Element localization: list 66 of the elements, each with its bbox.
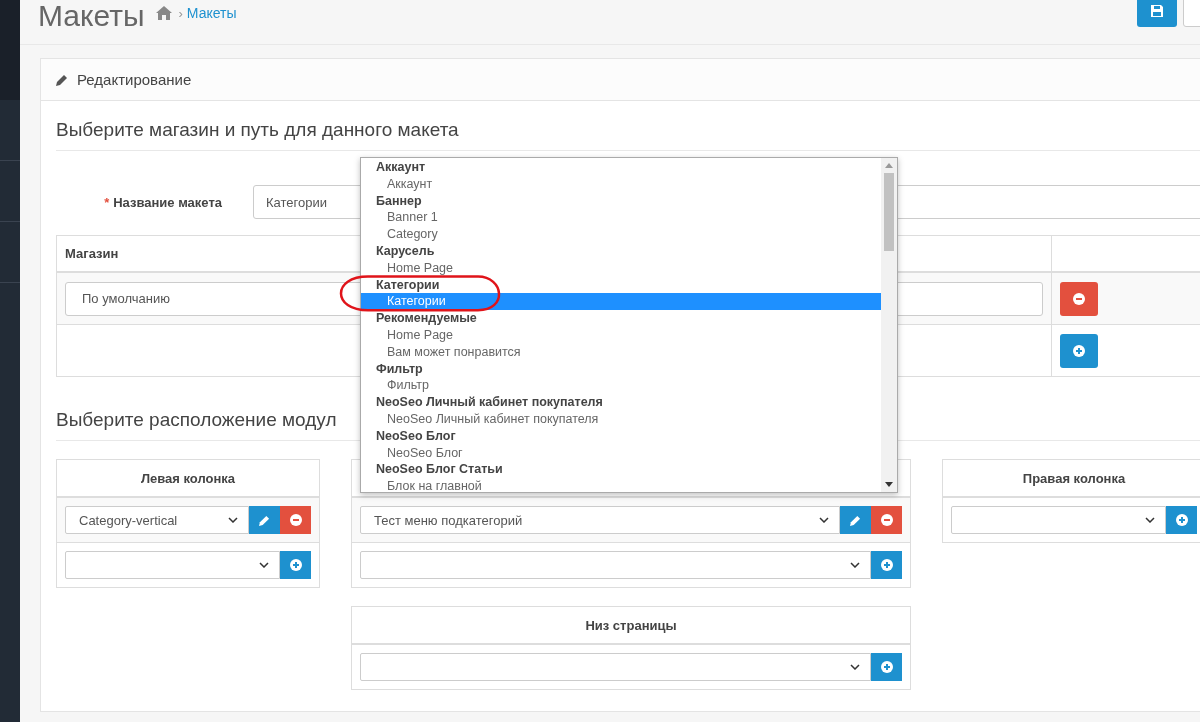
remove-button[interactable]	[280, 506, 311, 534]
breadcrumb-link[interactable]: Макеты	[186, 5, 237, 21]
option-group-label: Карусель	[375, 243, 436, 260]
chevron-down-icon	[1145, 517, 1155, 523]
breadcrumb-separator: ›	[178, 5, 183, 21]
chevron-down-icon	[259, 562, 269, 568]
dropdown-option[interactable]: Фильтр	[361, 377, 881, 395]
option-group-label: Фильтр	[375, 360, 424, 378]
option-group-label: Аккаунт	[375, 159, 427, 176]
chevron-down-icon	[819, 517, 829, 523]
required-mark: *	[104, 194, 110, 210]
module-select[interactable]: Тест меню подкатегорий	[360, 506, 840, 534]
plus-circle-icon	[289, 559, 302, 571]
plus-circle-icon	[1073, 344, 1085, 357]
dropdown-option[interactable]: Блок на главной	[361, 478, 881, 495]
column-header: Магазин	[65, 246, 119, 261]
dropdown-option[interactable]: Home Page	[361, 326, 881, 344]
chevron-down-icon	[228, 517, 238, 523]
edit-button[interactable]	[249, 506, 280, 534]
pencil-icon	[56, 73, 68, 86]
dropdown-option[interactable]: NeoSeo Личный кабинет покупателя	[361, 410, 881, 428]
dropdown-option[interactable]: NeoSeo Блог	[361, 444, 881, 462]
chevron-down-icon	[850, 664, 860, 670]
plus-circle-icon	[880, 559, 893, 571]
panel-title: Редактирование	[77, 71, 192, 88]
option-group-label: NeoSeo Блог Статьи	[375, 461, 504, 479]
save-button[interactable]	[1137, 0, 1177, 27]
module-select[interactable]: Category-vertical	[65, 506, 249, 534]
add-button[interactable]	[1060, 333, 1098, 368]
dropdown-option[interactable]: Вам может понравится	[361, 343, 881, 361]
minus-circle-icon	[289, 514, 302, 526]
save-icon	[1151, 4, 1163, 17]
minus-circle-icon	[880, 514, 893, 526]
minus-circle-icon	[1073, 292, 1085, 305]
home-icon[interactable]	[156, 6, 173, 20]
plus-circle-icon	[880, 661, 893, 673]
position-title: Низ страницы	[585, 617, 677, 633]
scrollbar[interactable]	[881, 158, 897, 492]
page-title: Макеты	[38, 0, 145, 32]
scroll-down-icon[interactable]	[885, 482, 893, 487]
field-label: Название макета	[113, 194, 222, 210]
option-group-label: Рекомендуемые	[375, 310, 478, 327]
section-title: Выберите магазин и путь для данного макета	[56, 119, 1200, 151]
add-button[interactable]	[871, 551, 902, 579]
pencil-icon	[850, 514, 861, 526]
remove-button[interactable]	[1060, 281, 1098, 316]
option-group-label: Категории	[375, 276, 441, 294]
dropdown-option[interactable]: Категории	[361, 293, 881, 311]
chevron-down-icon	[850, 562, 860, 568]
remove-button[interactable]	[871, 506, 902, 534]
position-title: Правая колонка	[1022, 470, 1126, 486]
edit-button[interactable]	[840, 506, 871, 534]
position-title: Левая колонка	[140, 470, 236, 486]
pencil-icon	[259, 514, 270, 526]
scrollbar-thumb[interactable]	[884, 173, 894, 251]
option-group-label: NeoSeo Личный кабинет покупателя	[375, 394, 604, 411]
dropdown-option[interactable]: Home Page	[361, 259, 881, 277]
add-button[interactable]	[871, 653, 902, 681]
add-button[interactable]	[1166, 506, 1197, 534]
dropdown-option[interactable]: Аккаунт	[361, 175, 881, 193]
add-button[interactable]	[280, 551, 311, 579]
option-group-label: Баннер	[375, 192, 423, 210]
plus-circle-icon	[1175, 514, 1188, 526]
scroll-up-icon[interactable]	[885, 163, 893, 168]
dropdown-option[interactable]: Banner 1	[361, 209, 881, 227]
dropdown-option[interactable]: Category	[361, 226, 881, 243]
